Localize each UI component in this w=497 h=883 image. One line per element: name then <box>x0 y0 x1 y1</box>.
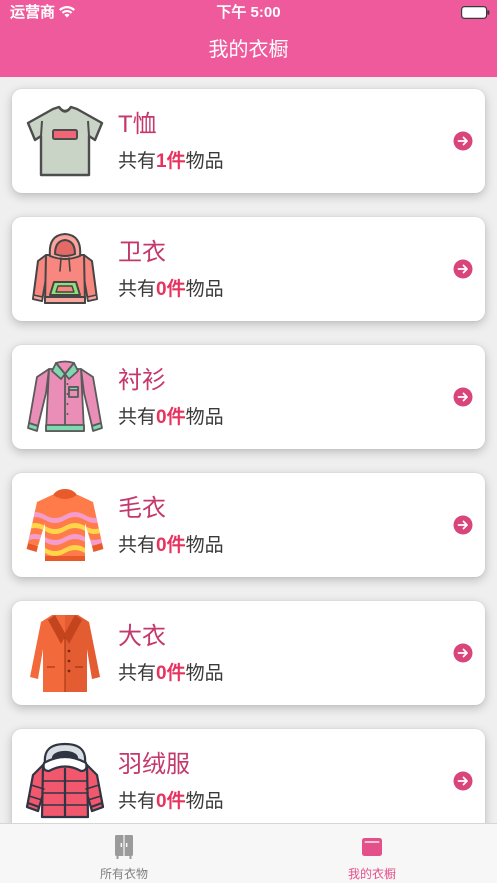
count-unit: 件 <box>166 535 186 556</box>
category-card-sweater[interactable]: 毛衣 共有0件物品 <box>12 473 485 577</box>
wardrobe-icon <box>112 833 136 861</box>
category-count-text: 共有0件物品 <box>118 662 224 686</box>
arrow-right-circle-icon[interactable] <box>453 131 473 151</box>
box-icon <box>360 833 384 861</box>
item-count: 0 <box>156 279 167 300</box>
tshirt-icon <box>25 101 105 181</box>
arrow-right-circle-icon[interactable] <box>453 387 473 407</box>
item-count: 0 <box>156 791 167 812</box>
item-count: 1 <box>156 151 167 172</box>
coat-icon <box>25 613 105 693</box>
count-suffix: 物品 <box>185 663 224 684</box>
count-suffix: 物品 <box>185 279 224 300</box>
battery-icon <box>461 6 490 20</box>
category-card-tshirt[interactable]: T恤 共有1件物品 <box>12 89 485 193</box>
tab-bar: 所有衣物 我的衣橱 <box>0 823 497 883</box>
category-count-text: 共有1件物品 <box>118 150 224 174</box>
count-suffix: 物品 <box>185 151 224 172</box>
down-jacket-icon <box>25 741 105 821</box>
count-prefix: 共有 <box>118 151 157 172</box>
category-count-text: 共有0件物品 <box>118 278 224 302</box>
header: 运营商 下午 5:00 我的衣橱 <box>0 0 497 77</box>
tab-my-wardrobe[interactable]: 我的衣橱 <box>248 824 496 883</box>
item-count: 0 <box>156 407 167 428</box>
count-prefix: 共有 <box>118 535 157 556</box>
count-suffix: 物品 <box>185 791 224 812</box>
count-prefix: 共有 <box>118 407 157 428</box>
hoodie-icon <box>25 229 105 309</box>
count-unit: 件 <box>166 663 186 684</box>
count-unit: 件 <box>166 407 186 428</box>
item-count: 0 <box>156 663 167 684</box>
category-card-shirt[interactable]: 衬衫 共有0件物品 <box>12 345 485 449</box>
category-list[interactable]: T恤 共有1件物品 卫衣 共有0件物品 衬衫 共有0件物品 毛衣 共有0件物品 … <box>0 77 497 823</box>
category-title: 大衣 <box>118 623 166 650</box>
sweater-icon <box>25 485 105 565</box>
tab-label: 所有衣物 <box>99 867 148 881</box>
category-title: 毛衣 <box>118 495 166 522</box>
category-count-text: 共有0件物品 <box>118 406 224 430</box>
category-count-text: 共有0件物品 <box>118 790 224 814</box>
count-prefix: 共有 <box>118 663 157 684</box>
count-prefix: 共有 <box>118 279 157 300</box>
arrow-right-circle-icon[interactable] <box>453 259 473 279</box>
count-unit: 件 <box>166 279 186 300</box>
count-suffix: 物品 <box>185 535 224 556</box>
count-unit: 件 <box>166 151 186 172</box>
arrow-right-circle-icon[interactable] <box>453 515 473 535</box>
arrow-right-circle-icon[interactable] <box>453 643 473 663</box>
category-count-text: 共有0件物品 <box>118 534 224 558</box>
count-unit: 件 <box>166 791 186 812</box>
count-prefix: 共有 <box>118 791 157 812</box>
shirt-icon <box>25 357 105 437</box>
arrow-right-circle-icon[interactable] <box>453 771 473 791</box>
category-title: 羽绒服 <box>118 751 190 778</box>
category-title: 卫衣 <box>118 239 166 266</box>
category-card-hoodie[interactable]: 卫衣 共有0件物品 <box>12 217 485 321</box>
category-title: 衬衫 <box>118 367 166 394</box>
status-time: 下午 5:00 <box>216 4 281 21</box>
category-card-down-jacket[interactable]: 羽绒服 共有0件物品 <box>12 729 485 823</box>
item-count: 0 <box>156 535 167 556</box>
tab-all-clothes[interactable]: 所有衣物 <box>0 824 248 883</box>
count-suffix: 物品 <box>185 407 224 428</box>
page-title: 我的衣橱 <box>208 39 289 61</box>
tab-label: 我的衣橱 <box>347 867 396 881</box>
category-title: T恤 <box>118 111 157 138</box>
category-card-coat[interactable]: 大衣 共有0件物品 <box>12 601 485 705</box>
